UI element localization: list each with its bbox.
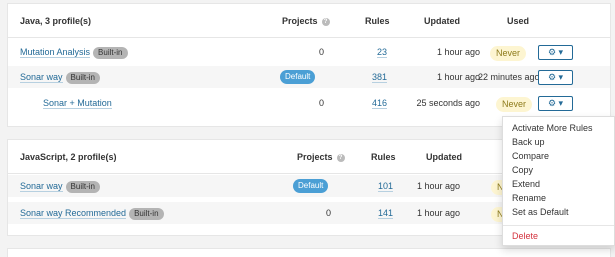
rules-link[interactable]: 416 bbox=[352, 97, 387, 109]
profile-link[interactable]: Sonar way bbox=[20, 72, 63, 83]
rules-link[interactable]: 101 bbox=[358, 180, 393, 192]
menu-item-copy[interactable]: Copy bbox=[512, 164, 533, 176]
help-icon[interactable]: ? bbox=[321, 18, 330, 26]
profile-name: Sonar way Built-in bbox=[20, 71, 100, 84]
rules-link[interactable]: 141 bbox=[358, 207, 393, 219]
updated-value: 1 hour ago bbox=[416, 208, 460, 218]
builtin-badge: Built-in bbox=[93, 47, 128, 59]
updated-value: 1 hour ago bbox=[436, 47, 480, 57]
caret-down-icon: ▾ bbox=[558, 47, 564, 57]
profile-link[interactable]: Sonar + Mutation bbox=[43, 98, 112, 109]
js-rules-header: Rules bbox=[371, 152, 396, 162]
java-rules-header: Rules bbox=[365, 16, 390, 26]
caret-down-icon: ▾ bbox=[558, 98, 564, 108]
profile-name: Mutation Analysis Built-in bbox=[20, 46, 128, 59]
menu-item-extend[interactable]: Extend bbox=[512, 178, 540, 190]
projects-count: 0 bbox=[318, 98, 324, 108]
java-profiles-card: Java, 3 profile(s) Projects? Rules Updat… bbox=[7, 3, 611, 127]
menu-item-back-up[interactable]: Back up bbox=[512, 136, 545, 148]
rules-link[interactable]: 23 bbox=[352, 46, 387, 58]
profile-name: Sonar way Built-in bbox=[20, 180, 100, 193]
menu-item-activate-more-rules[interactable]: Activate More Rules bbox=[512, 122, 593, 134]
projects-count: 0 bbox=[325, 208, 331, 218]
table-row: Mutation Analysis Built-in 0 23 1 hour ag… bbox=[8, 41, 610, 63]
actions-button[interactable]: ⚙ ▾ bbox=[538, 96, 573, 111]
menu-item-delete[interactable]: Delete bbox=[512, 230, 538, 242]
updated-value: 25 seconds ago bbox=[416, 98, 480, 108]
java-title: Java, 3 profile(s) bbox=[20, 16, 92, 26]
builtin-badge: Built-in bbox=[65, 72, 100, 84]
actions-button[interactable]: ⚙ ▾ bbox=[538, 45, 573, 60]
builtin-badge: Built-in bbox=[65, 181, 100, 193]
java-used-header: Used bbox=[507, 16, 530, 26]
table-row: Sonar way Built-in Default 381 1 hour ago… bbox=[8, 66, 610, 88]
never-badge: Never bbox=[496, 97, 533, 112]
projects-count: 0 bbox=[318, 47, 324, 57]
javascript-title: JavaScript, 2 profile(s) bbox=[20, 152, 117, 162]
menu-item-compare[interactable]: Compare bbox=[512, 150, 549, 162]
menu-item-rename[interactable]: Rename bbox=[512, 192, 546, 204]
caret-down-icon: ▾ bbox=[558, 72, 564, 82]
java-projects-header: Projects? bbox=[282, 15, 330, 27]
actions-dropdown-menu: Activate More Rules Back up Compare Copy… bbox=[502, 116, 615, 246]
updated-value: 1 hour ago bbox=[416, 181, 460, 191]
help-icon[interactable]: ? bbox=[336, 154, 345, 162]
default-badge: Default bbox=[280, 70, 316, 84]
profile-name: Sonar way Recommended Built-in bbox=[20, 207, 164, 220]
next-profiles-card bbox=[7, 248, 611, 257]
gear-icon: ⚙ bbox=[547, 72, 557, 82]
profile-link[interactable]: Sonar way Recommended bbox=[20, 208, 127, 219]
table-row: Sonar + Mutation 0 416 25 seconds ago Ne… bbox=[8, 92, 610, 114]
js-projects-header: Projects? bbox=[297, 151, 345, 163]
actions-button[interactable]: ⚙ ▾ bbox=[538, 70, 573, 85]
rules-link[interactable]: 381 bbox=[352, 71, 387, 83]
profile-name: Sonar + Mutation bbox=[43, 97, 112, 109]
used-value: 22 minutes ago bbox=[478, 72, 540, 82]
updated-value: 1 hour ago bbox=[436, 72, 480, 82]
profile-link[interactable]: Mutation Analysis bbox=[20, 47, 91, 58]
never-badge: Never bbox=[490, 46, 527, 61]
java-updated-header: Updated bbox=[424, 16, 460, 26]
menu-divider bbox=[503, 225, 614, 226]
builtin-badge: Built-in bbox=[129, 208, 164, 220]
js-updated-header: Updated bbox=[426, 152, 462, 162]
gear-icon: ⚙ bbox=[547, 47, 557, 57]
profile-link[interactable]: Sonar way bbox=[20, 181, 63, 192]
default-badge: Default bbox=[293, 179, 329, 193]
menu-item-set-as-default[interactable]: Set as Default bbox=[512, 206, 569, 218]
gear-icon: ⚙ bbox=[547, 98, 557, 108]
java-header: Java, 3 profile(s) Projects? Rules Updat… bbox=[8, 4, 610, 38]
